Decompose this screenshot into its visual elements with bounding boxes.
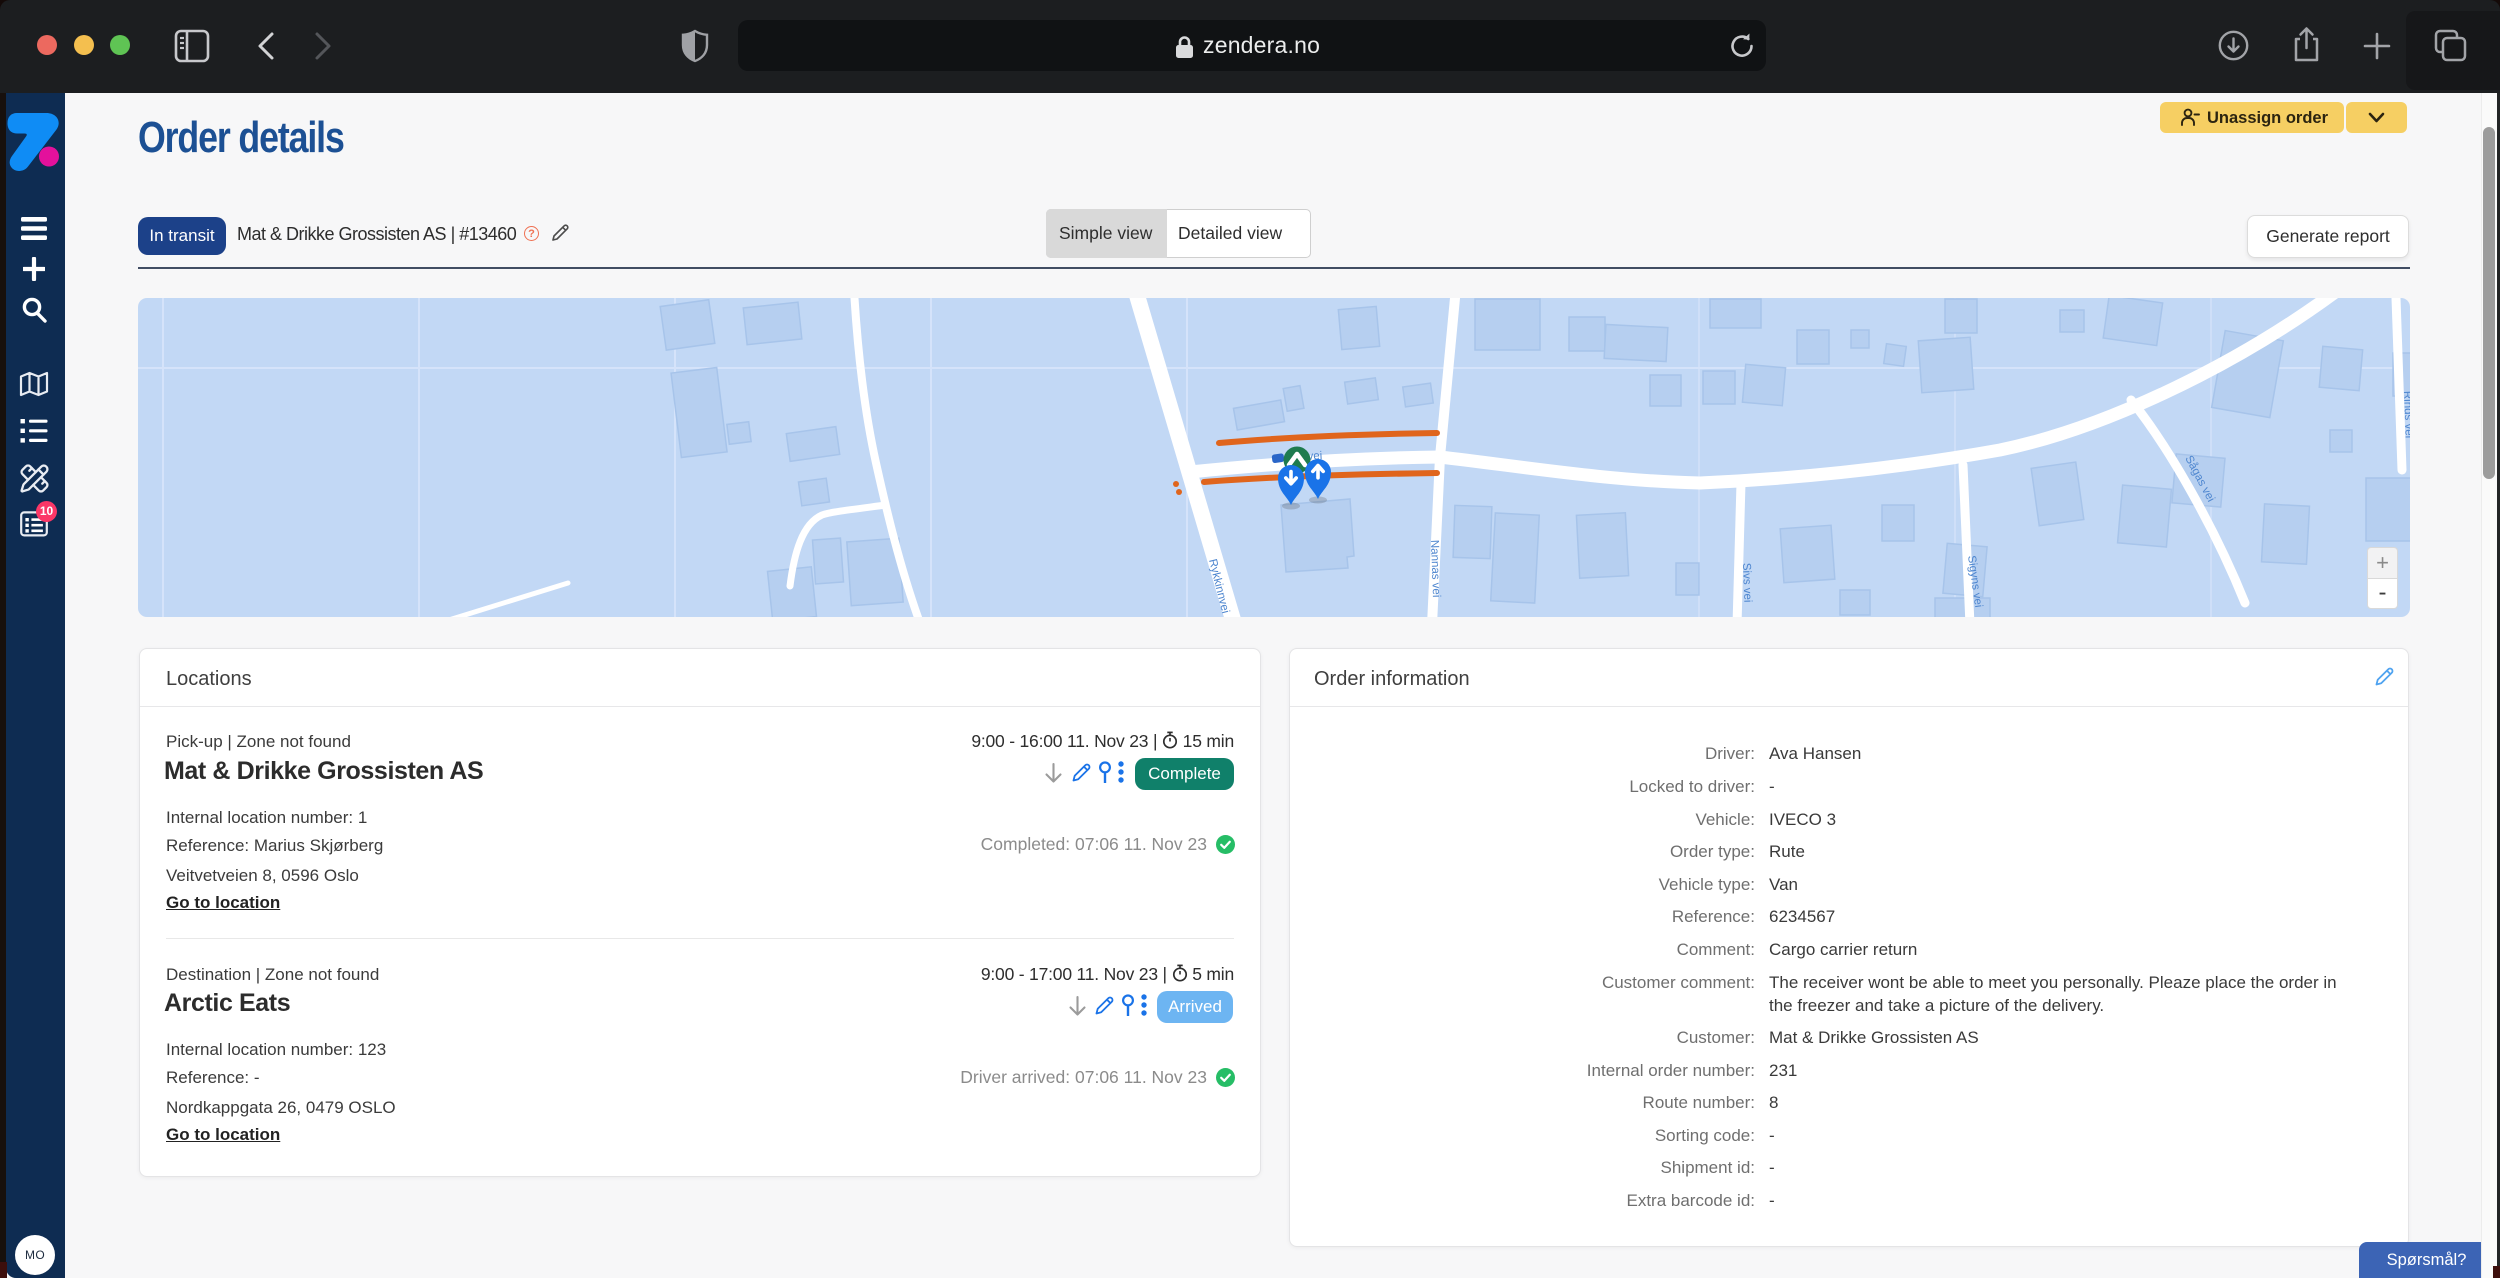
svg-text:Sivs vei: Sivs vei (1740, 563, 1753, 603)
svg-text:Nannas vei: Nannas vei (1428, 540, 1442, 598)
